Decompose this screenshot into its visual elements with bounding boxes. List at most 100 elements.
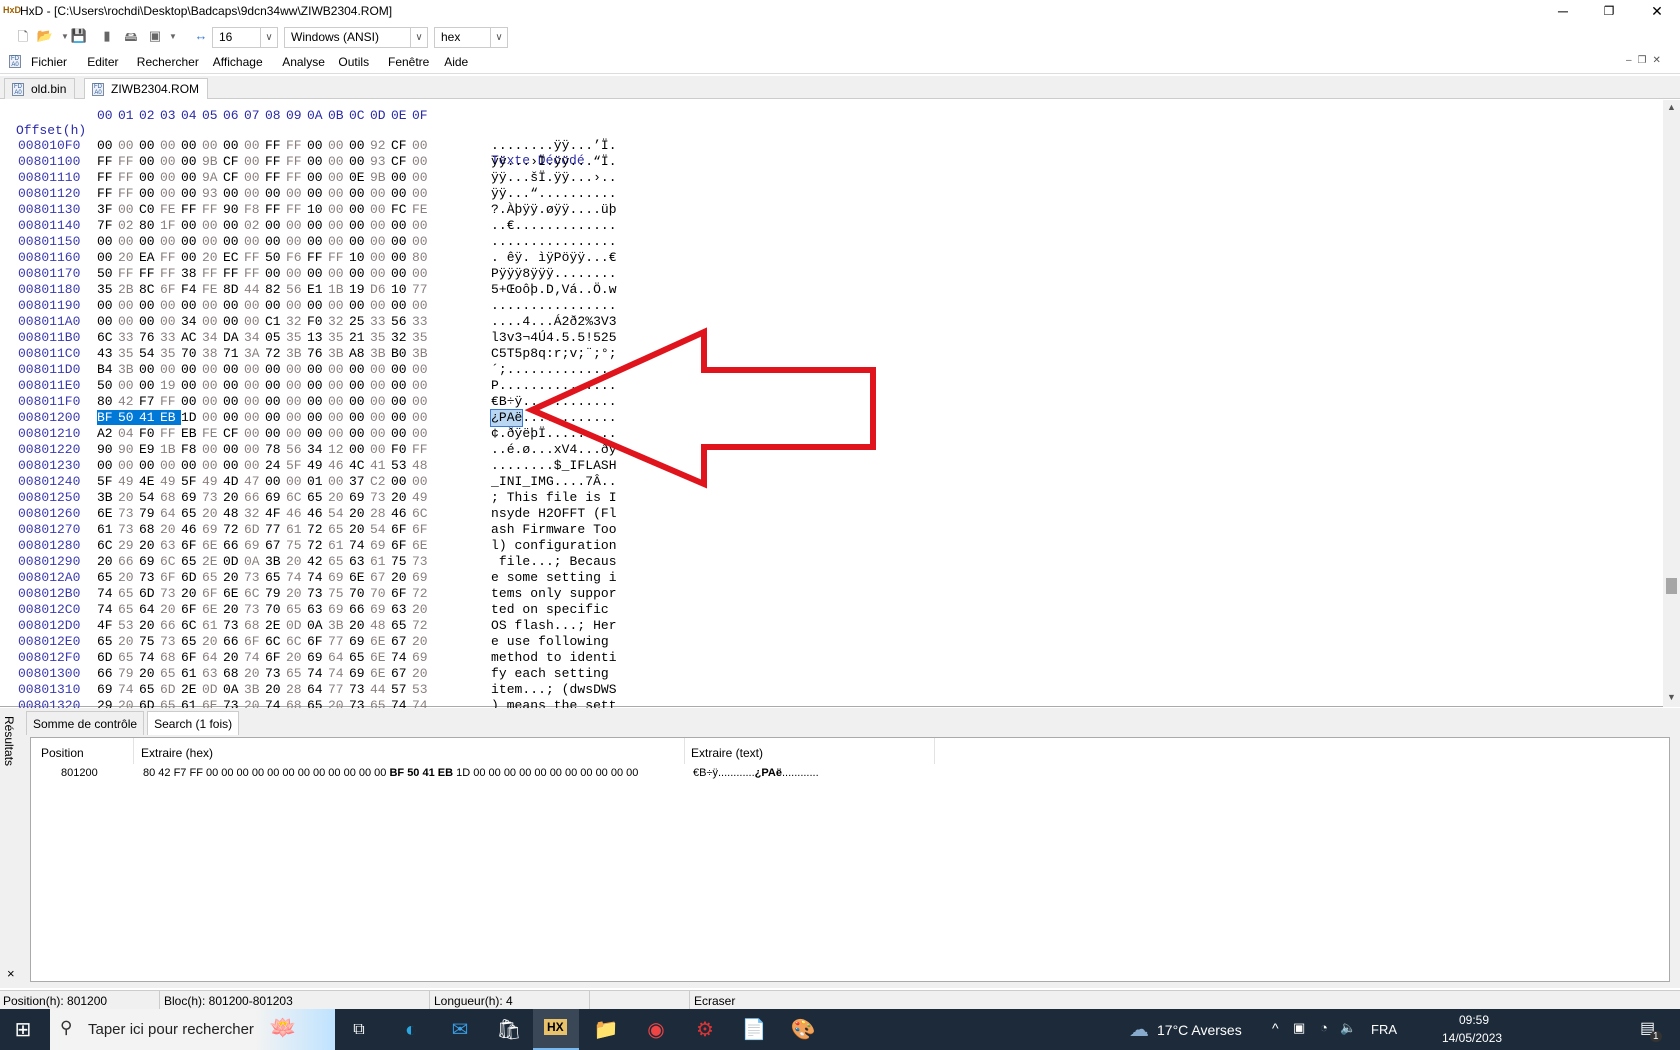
hex-byte[interactable]: 35 (328, 330, 349, 345)
hex-byte[interactable]: 56 (391, 314, 412, 329)
hex-byte[interactable]: 19 (349, 282, 370, 297)
decoded-text[interactable]: P............... (491, 378, 617, 393)
chevron-up-icon[interactable]: ^ (1272, 1020, 1279, 1036)
mail-icon[interactable]: ✉ (447, 1017, 473, 1043)
hex-byte[interactable]: 3B (286, 346, 307, 361)
hex-byte[interactable]: 3B (370, 346, 391, 361)
hex-byte[interactable]: 00 (118, 234, 139, 249)
hex-byte[interactable]: 00 (118, 202, 139, 217)
hex-byte[interactable]: FF (286, 170, 307, 185)
hex-byte[interactable]: 00 (286, 218, 307, 233)
hex-byte[interactable]: 65 (202, 570, 223, 585)
hex-byte[interactable]: 80 (97, 394, 118, 409)
hex-byte[interactable]: 6F (307, 634, 328, 649)
hex-byte[interactable]: 00 (307, 362, 328, 377)
hex-byte[interactable]: 00 (328, 362, 349, 377)
results-tab[interactable]: Somme de contrôle (26, 711, 145, 735)
hex-byte[interactable]: D6 (370, 282, 391, 297)
hex-byte[interactable]: 00 (139, 378, 160, 393)
hex-byte[interactable]: 00 (370, 394, 391, 409)
decoded-text[interactable]: ¢.ðÿëþÏ......... (491, 426, 617, 441)
hex-byte[interactable]: 6F (244, 634, 265, 649)
hex-byte[interactable]: FF (139, 266, 160, 281)
hex-byte[interactable]: 00 (97, 138, 118, 153)
hex-byte[interactable]: 00 (370, 426, 391, 441)
hex-byte[interactable]: 00 (97, 250, 118, 265)
hex-byte[interactable]: 00 (370, 186, 391, 201)
decoded-text[interactable]: ?.Àþÿÿ.øÿÿ....üþ (491, 202, 617, 217)
hex-row[interactable]: 008011F0 80 42 F7 FF 00 00 00 00 00 00 00 00 00 00 00 00… (0, 394, 640, 410)
hex-byte[interactable]: 61 (370, 554, 391, 569)
hex-byte[interactable]: 68 (160, 650, 181, 665)
hex-row[interactable]: 00801240 5F 49 4E 49 5F 49 4D 47 00 00 01 00 37 C2 00 00… (0, 474, 640, 490)
hex-byte[interactable]: 72 (265, 346, 286, 361)
clock-date[interactable]: 14/05/2023 (1442, 1031, 1502, 1045)
hex-byte[interactable]: 00 (349, 218, 370, 233)
scroll-up-icon[interactable]: ▲ (1667, 102, 1676, 112)
menu-aide[interactable]: Aide (444, 55, 468, 69)
hex-row[interactable]: 00801160 00 20 EA FF 00 20 EC FF 50 F6 FF FF 10 00 00 80… (0, 250, 640, 266)
hex-byte[interactable]: 75 (328, 586, 349, 601)
hex-byte[interactable]: F8 (181, 442, 202, 457)
hex-byte[interactable]: 69 (181, 490, 202, 505)
hex-byte[interactable]: 77 (412, 282, 433, 297)
hex-byte[interactable]: EB (181, 426, 202, 441)
hex-byte[interactable]: 00 (181, 138, 202, 153)
hex-byte[interactable]: 4E (139, 474, 160, 489)
hex-byte[interactable]: 35 (286, 330, 307, 345)
hex-byte[interactable]: 00 (202, 394, 223, 409)
hex-byte[interactable]: 00 (181, 234, 202, 249)
hex-byte[interactable]: 00 (349, 442, 370, 457)
hex-byte[interactable]: 00 (202, 410, 223, 425)
hex-row[interactable]: 00801270 61 73 68 20 46 69 72 6D 77 61 72 65 20 54 6F 6F… (0, 522, 640, 538)
hex-byte[interactable]: F0 (139, 426, 160, 441)
hex-byte[interactable]: 00 (370, 234, 391, 249)
hex-byte[interactable]: 00 (391, 218, 412, 233)
hex-byte[interactable]: 12 (328, 442, 349, 457)
hex-byte[interactable]: 6E (202, 538, 223, 553)
hex-byte[interactable]: 00 (307, 378, 328, 393)
hex-byte[interactable]: 65 (97, 634, 118, 649)
hex-byte[interactable]: 00 (370, 202, 391, 217)
hex-byte[interactable]: 63 (160, 538, 181, 553)
hex-byte[interactable]: 00 (328, 298, 349, 313)
hex-byte[interactable]: FF (97, 154, 118, 169)
hex-byte[interactable]: 56 (286, 282, 307, 297)
hex-byte[interactable]: 44 (244, 282, 265, 297)
hex-byte[interactable]: 00 (349, 394, 370, 409)
task-view-icon[interactable]: ⧉ (346, 1017, 372, 1043)
hex-row[interactable]: 008011D0 B4 3B 00 00 00 00 00 00 00 00 00 00 00 00 00 00… (0, 362, 640, 378)
hex-row[interactable]: 00801150 00 00 00 00 00 00 00 00 00 00 00 00 00 00 00 00… (0, 234, 640, 250)
hex-byte[interactable]: 20 (349, 618, 370, 633)
hex-byte[interactable]: 00 (307, 298, 328, 313)
hex-byte[interactable]: 28 (286, 682, 307, 697)
hex-byte[interactable]: 61 (181, 666, 202, 681)
hex-byte[interactable]: 93 (370, 154, 391, 169)
hex-byte[interactable]: 54 (139, 490, 160, 505)
hex-byte[interactable]: 6E (412, 538, 433, 553)
hex-byte[interactable]: 00 (412, 170, 433, 185)
hex-byte[interactable]: 6F (391, 586, 412, 601)
hex-byte[interactable]: 65 (181, 554, 202, 569)
hex-byte[interactable]: C0 (139, 202, 160, 217)
hex-byte[interactable]: 13 (307, 330, 328, 345)
hex-byte[interactable]: 20 (412, 634, 433, 649)
hex-byte[interactable]: 20 (202, 506, 223, 521)
hex-byte[interactable]: 6F (160, 282, 181, 297)
hex-byte[interactable]: 28 (370, 506, 391, 521)
hex-byte[interactable]: 65 (118, 586, 139, 601)
decoded-text[interactable]: ....4...Á2ð2%3V3 (491, 314, 617, 329)
hex-byte[interactable]: 92 (370, 138, 391, 153)
hex-byte[interactable]: 00 (118, 314, 139, 329)
hex-byte[interactable]: FF (118, 154, 139, 169)
hex-byte[interactable]: 00 (391, 362, 412, 377)
hex-byte[interactable]: EC (223, 250, 244, 265)
hex-byte[interactable]: 0D (223, 554, 244, 569)
hex-byte[interactable]: 65 (328, 522, 349, 537)
menu-fichier[interactable]: Fichier (31, 55, 67, 69)
hex-byte[interactable]: 80 (412, 250, 433, 265)
hex-byte[interactable]: 49 (412, 490, 433, 505)
hex-row[interactable]: 008010F0 00 00 00 00 00 00 00 00 FF FF 00 00 00 92 CF 00… (0, 138, 640, 154)
decoded-text[interactable]: ÿÿ...“.......... (491, 186, 617, 201)
column-header-text[interactable]: Extraire (text) (691, 746, 763, 760)
